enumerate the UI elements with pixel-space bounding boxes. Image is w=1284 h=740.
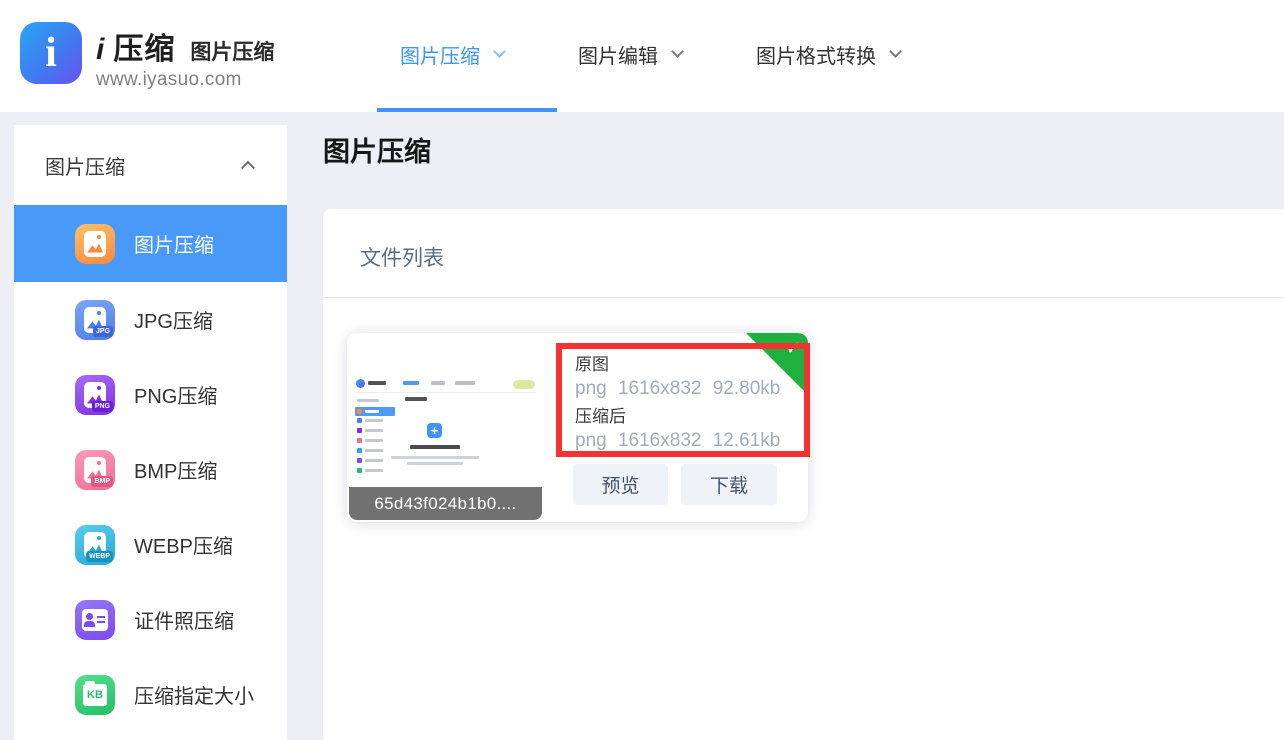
sidebar-item-label: PNG压缩 — [134, 380, 217, 409]
sidebar-item-label: JPG压缩 — [134, 305, 213, 334]
active-tab-underline — [377, 108, 557, 112]
chevron-down-icon — [493, 45, 506, 58]
header: i i 压缩 图片压缩 www.iyasuo.com 图片压缩 图片编辑 图片格… — [0, 0, 1284, 112]
page-title: 图片压缩 — [323, 130, 431, 169]
sidebar-item-png-compress[interactable]: PNG PNG压缩 — [14, 357, 287, 432]
chevron-up-icon — [241, 161, 255, 175]
nav-tab-image-edit[interactable]: 图片编辑 — [578, 40, 682, 69]
file-list-panel: 文件列表 — [323, 209, 1284, 740]
brand-logo-icon: i — [20, 22, 82, 84]
bmp-compress-icon: BMP — [75, 450, 115, 490]
download-button[interactable]: 下载 — [681, 464, 777, 505]
panel-divider — [323, 297, 1284, 298]
nav-tab-label: 图片格式转换 — [756, 40, 876, 69]
sidebar-item-target-size-compress[interactable]: KB 压缩指定大小 — [14, 657, 287, 732]
file-name: 65d43f024b1b0.... — [349, 487, 542, 520]
sidebar-item-jpg-compress[interactable]: JPG JPG压缩 — [14, 282, 287, 357]
mini-logo-icon — [356, 379, 365, 388]
mini-plus-icon: + — [427, 423, 442, 438]
sidebar-item-label: 证件照压缩 — [134, 605, 234, 634]
sidebar-item-label: BMP压缩 — [134, 455, 217, 484]
id-photo-compress-icon — [75, 600, 115, 640]
sidebar-item-label: 压缩指定大小 — [134, 680, 254, 709]
compressed-label: 压缩后 — [575, 406, 804, 428]
size-info-annotation-box: 原图 png 1616x832 92.80kb 压缩后 png 1616x832… — [556, 343, 810, 457]
jpg-compress-icon: JPG — [75, 300, 115, 340]
mini-button — [513, 380, 535, 389]
preview-button[interactable]: 预览 — [573, 464, 668, 505]
brand-url: www.iyasuo.com — [96, 69, 274, 91]
nav-tab-label: 图片压缩 — [400, 40, 480, 69]
nav-tab-label: 图片编辑 — [578, 40, 658, 69]
original-label: 原图 — [575, 354, 804, 376]
panel-title: 文件列表 — [360, 242, 444, 272]
original-info: png 1616x832 92.80kb — [575, 376, 804, 401]
kb-size-compress-icon: KB — [75, 675, 115, 715]
sidebar-item-image-compress[interactable]: 图片压缩 — [14, 205, 287, 282]
nav-tab-image-compress[interactable]: 图片压缩 — [400, 40, 504, 69]
sidebar-item-webp-compress[interactable]: WEBP WEBP压缩 — [14, 507, 287, 582]
sidebar-item-id-photo-compress[interactable]: 证件照压缩 — [14, 582, 287, 657]
brand-logo[interactable]: i i 压缩 图片压缩 www.iyasuo.com — [20, 22, 274, 91]
chevron-down-icon — [889, 45, 902, 58]
sidebar-item-bmp-compress[interactable]: BMP BMP压缩 — [14, 432, 287, 507]
sidebar-group-header[interactable]: 图片压缩 — [14, 125, 287, 205]
sidebar: 图片压缩 图片压缩 JPG JPG压缩 PNG PNG压缩 — [14, 125, 287, 740]
brand-text: i 压缩 图片压缩 www.iyasuo.com — [96, 22, 274, 91]
compressed-info: png 1616x832 12.61kb — [575, 428, 804, 453]
thumbnail-preview-art: + — [355, 377, 536, 477]
nav-tab-format-convert[interactable]: 图片格式转换 — [756, 40, 900, 69]
sidebar-group-title: 图片压缩 — [45, 151, 125, 180]
brand-title-prefix: i — [96, 33, 104, 67]
sidebar-item-label: 图片压缩 — [134, 229, 214, 258]
brand-subtitle: 图片压缩 — [190, 36, 274, 66]
image-compress-icon — [75, 224, 115, 264]
chevron-down-icon — [671, 45, 684, 58]
webp-compress-icon: WEBP — [75, 525, 115, 565]
file-card: + 65d43f024b1b0.... ✓ 原图 png 1616x832 92… — [347, 333, 808, 522]
sidebar-item-label: WEBP压缩 — [134, 530, 233, 559]
main-nav: 图片压缩 图片编辑 图片格式转换 — [400, 0, 974, 108]
app-root: i i 压缩 图片压缩 www.iyasuo.com 图片压缩 图片编辑 图片格… — [0, 0, 1284, 740]
file-thumbnail[interactable]: + 65d43f024b1b0.... — [349, 335, 542, 520]
png-compress-icon: PNG — [75, 375, 115, 415]
brand-title: 压缩 — [113, 24, 175, 68]
